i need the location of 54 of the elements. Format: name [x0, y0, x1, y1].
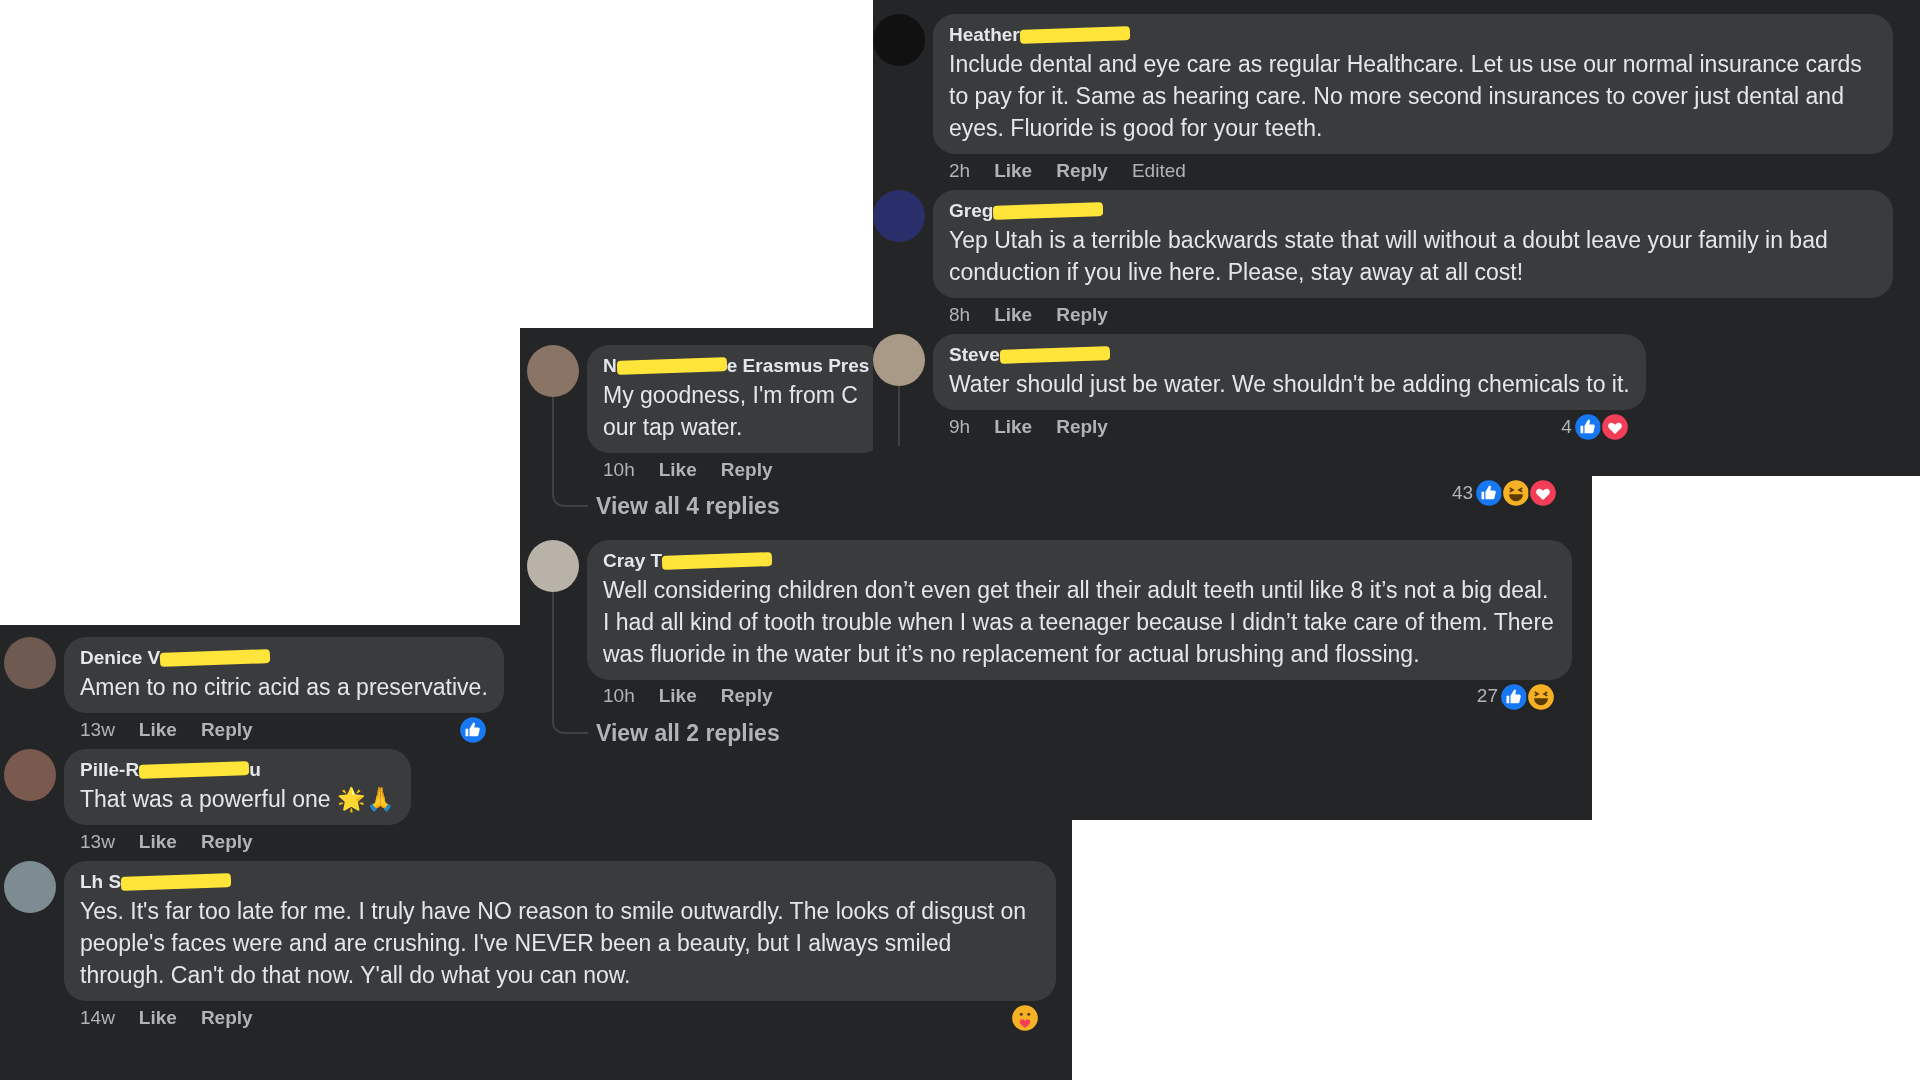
thread-connector [552, 489, 588, 507]
reaction-count: 43 [1452, 480, 1474, 505]
timestamp: 8h [949, 302, 971, 327]
avatar-photo-placeholder[interactable] [527, 345, 579, 397]
like-link[interactable]: Like [994, 300, 1033, 330]
comment-text: Include dental and eye care as regular Healthcare. Let us use our normal insurance cards to pay for it. Same as hearing care. No more second insurances to cover just dental and eyes. Fluoride is good for your teeth. [949, 50, 1863, 143]
reply-link[interactable]: Reply [200, 1003, 253, 1033]
reply-link[interactable]: Reply [200, 715, 253, 745]
reply-link[interactable]: Reply [1056, 300, 1108, 330]
reply-link[interactable]: Reply [1056, 156, 1108, 186]
edited-label: Edited [1131, 158, 1186, 183]
author-name[interactable]: Pille-R [80, 757, 140, 783]
author-name[interactable]: u [249, 757, 261, 783]
like-link[interactable]: Like [138, 1003, 177, 1033]
like-link[interactable]: Like [138, 715, 177, 745]
like-link[interactable]: Like [994, 156, 1033, 186]
reply-link[interactable]: Reply [720, 682, 773, 711]
author-name[interactable]: Cray T [603, 547, 663, 574]
timestamp: 9h [949, 414, 971, 439]
comment-text: That was a powerful one 🌟🙏 [80, 785, 395, 815]
author-name[interactable]: Heather [949, 22, 1020, 48]
author-name[interactable]: Greg [949, 198, 994, 224]
comment-text: Water should just be water. We shouldn't be adding chemicals to it. [949, 370, 1630, 399]
timestamp: 14w [80, 1005, 115, 1030]
author-name[interactable]: Lh S [80, 869, 122, 895]
comment-text: Amen to no citric acid as a preservative. [80, 673, 488, 702]
comment-text: Well considering children don’t even get their all their adult teeth until like 8 it’s not a big deal. I had all kind of tooth trouble when I was a teenager because I didn’t take care of them. There was fluoride in the water but it’s no replacement for actual brushing and flossing. [603, 575, 1555, 669]
thread-connector [552, 715, 588, 734]
like-link[interactable]: Like [994, 412, 1033, 442]
avatar-photo-placeholder[interactable] [4, 861, 56, 913]
reply-link[interactable]: Reply [200, 827, 253, 857]
timestamp: 10h [603, 457, 635, 482]
view-replies-link[interactable]: View all 2 replies [596, 715, 780, 750]
timestamp: 2h [949, 158, 971, 183]
avatar-photo-placeholder[interactable] [527, 539, 579, 592]
author-name[interactable]: e Erasmus Pres [726, 353, 870, 379]
comment-text: My goodness, I'm from C our tap water. [603, 381, 859, 442]
reply-link[interactable]: Reply [1056, 412, 1108, 442]
like-link[interactable]: Like [658, 455, 697, 485]
like-link[interactable]: Like [658, 682, 697, 711]
reaction-count: 27 [1476, 684, 1498, 709]
timestamp: 13w [80, 717, 115, 742]
view-replies-link[interactable]: View all 4 replies [596, 489, 780, 524]
author-name[interactable]: Denice V [80, 645, 161, 671]
comment-text: Yes. It's far too late for me. I truly have NO reason to smile outwardly. The looks of disgust on people's faces were and are crushing. I've NEVER been a beauty, but I always smiled through. Can't do that now. Y'all do what you can now. [80, 897, 1028, 990]
reaction-count: 4 [1561, 414, 1572, 439]
avatar-photo-placeholder[interactable] [873, 334, 925, 386]
timestamp: 10h [603, 684, 635, 709]
comment-text: Yep Utah is a terrible backwards state that will without a doubt leave your family in bad conduction if you live here. Please, stay away at all cost! [949, 226, 1829, 287]
author-name[interactable]: N [603, 353, 617, 379]
reply-link[interactable]: Reply [720, 455, 773, 485]
author-name[interactable]: Steve [949, 342, 1000, 368]
like-link[interactable]: Like [138, 827, 177, 857]
timestamp: 13w [80, 829, 115, 854]
